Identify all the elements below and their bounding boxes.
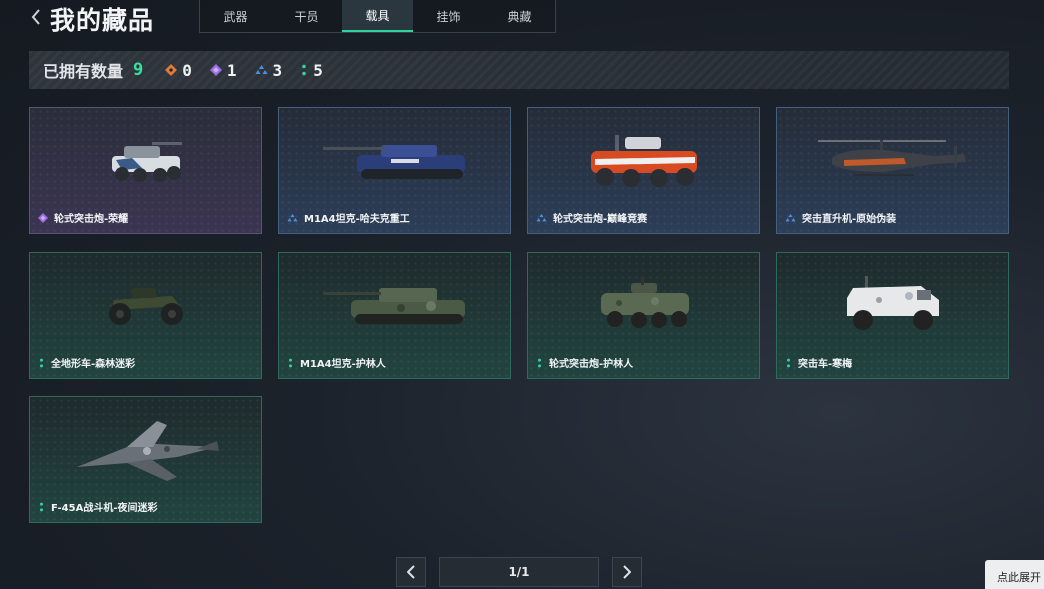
vehicle-card[interactable]: 轮式突击炮-护林人	[527, 252, 760, 379]
vehicle-name: 突击车-寒梅	[785, 355, 852, 370]
vehicle-name: M1A4坦克-哈夫克重工	[287, 210, 410, 225]
page-title: 我的藏品	[50, 6, 155, 35]
vehicle-name: F-45A战斗机-夜间迷彩	[38, 499, 157, 514]
helicopter-image	[777, 108, 1008, 208]
green-dots-icon	[538, 358, 541, 367]
wheeled-assault-gun-image	[528, 253, 759, 353]
rarity-orange-count: 0	[165, 61, 192, 80]
green-dots-icon	[787, 358, 790, 367]
atv-image	[30, 253, 261, 353]
owned-count-bar: 已拥有数量 9 0 1 3 5	[29, 51, 1009, 89]
tab-charms[interactable]: 挂饰	[413, 0, 484, 32]
vehicle-card[interactable]: 轮式突击炮-巅峰竞赛	[527, 107, 760, 234]
vehicle-name: 突击直升机-原始伪装	[785, 210, 896, 225]
owned-count-label: 已拥有数量	[43, 62, 124, 81]
rarity-green-count: 5	[300, 61, 323, 80]
vehicle-name: 轮式突击炮-荣耀	[38, 210, 128, 225]
category-tabs: 武器 干员 载具 挂饰 典藏	[199, 0, 556, 33]
next-page-button[interactable]	[612, 557, 642, 587]
vehicle-card[interactable]: 突击车-寒梅	[776, 252, 1009, 379]
vehicle-card[interactable]: F-45A战斗机-夜间迷彩	[29, 396, 262, 523]
expand-panel-button[interactable]: 点此展开	[985, 560, 1044, 589]
vehicle-card[interactable]: 突击直升机-原始伪装	[776, 107, 1009, 234]
tab-vehicles[interactable]: 载具	[342, 0, 413, 32]
green-dots-icon	[302, 64, 306, 76]
vehicle-card[interactable]: 全地形车-森林迷彩	[29, 252, 262, 379]
purple-diamond-icon	[209, 64, 222, 76]
vehicle-card[interactable]: M1A4坦克-哈夫克重工	[278, 107, 511, 234]
wheeled-assault-gun-image	[528, 108, 759, 208]
orange-diamond-icon	[165, 64, 178, 76]
blue-triangle-icon	[785, 213, 796, 221]
prev-page-button[interactable]	[396, 557, 426, 587]
rarity-blue-count: 3	[255, 61, 282, 80]
vehicle-name: 轮式突击炮-护林人	[536, 355, 633, 370]
tank-image	[279, 253, 510, 353]
green-dots-icon	[40, 358, 43, 367]
green-dots-icon	[40, 502, 43, 511]
blue-triangle-icon	[255, 65, 268, 74]
chevron-right-icon	[623, 565, 631, 579]
tab-collectibles[interactable]: 典藏	[484, 0, 555, 32]
vehicle-name: 轮式突击炮-巅峰竞赛	[536, 210, 647, 225]
back-icon[interactable]	[28, 8, 44, 26]
vehicle-card[interactable]: M1A4坦克-护林人	[278, 252, 511, 379]
tank-image	[279, 108, 510, 208]
vehicle-card[interactable]: 轮式突击炮-荣耀	[29, 107, 262, 234]
page-indicator: 1/1	[439, 557, 599, 587]
chevron-left-icon	[407, 565, 415, 579]
tab-operators[interactable]: 干员	[271, 0, 342, 32]
rarity-purple-count: 1	[209, 61, 237, 80]
purple-diamond-icon	[38, 212, 48, 223]
tab-weapons[interactable]: 武器	[200, 0, 271, 32]
owned-count-total: 9	[133, 60, 144, 80]
fighter-jet-image	[30, 397, 261, 497]
assault-vehicle-image	[777, 253, 1008, 353]
wheeled-assault-gun-image	[30, 108, 261, 208]
blue-triangle-icon	[536, 213, 547, 221]
blue-triangle-icon	[287, 213, 298, 221]
green-dots-icon	[289, 358, 292, 367]
vehicle-name: 全地形车-森林迷彩	[38, 355, 135, 370]
vehicle-name: M1A4坦克-护林人	[287, 355, 386, 370]
